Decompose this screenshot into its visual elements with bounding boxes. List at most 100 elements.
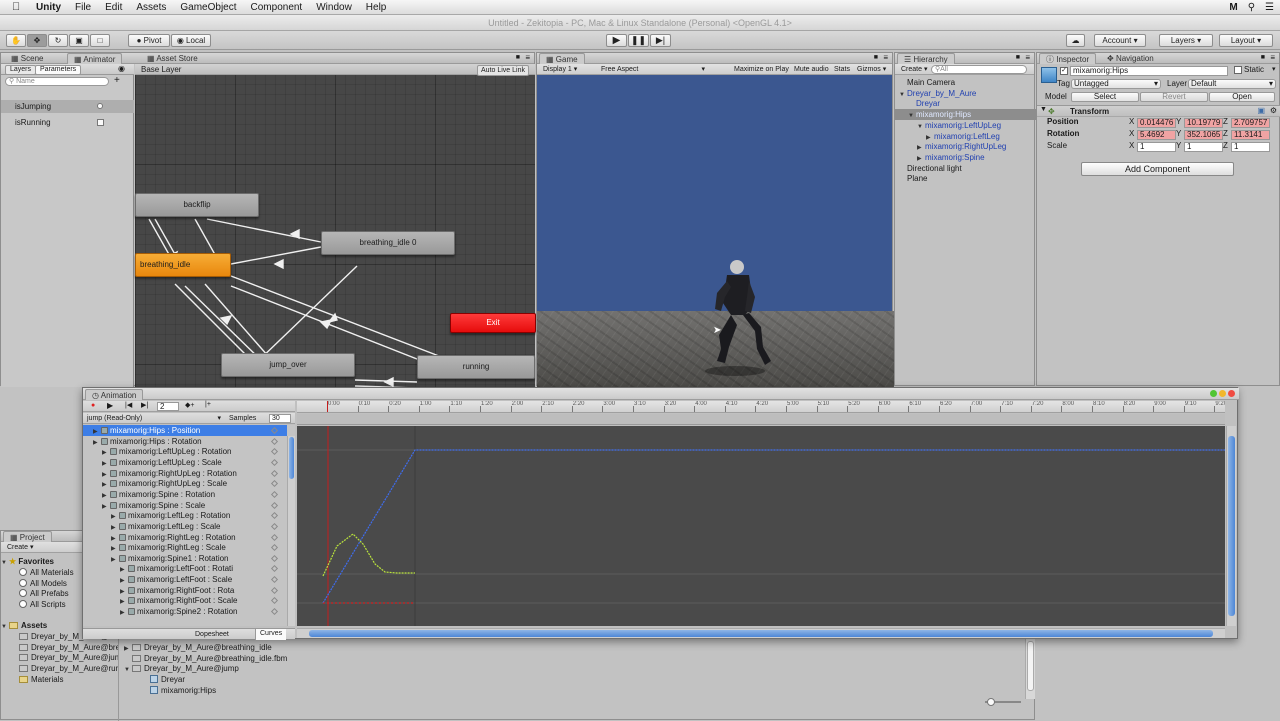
animation-property-row[interactable]: ▶ mixamorig:RightLeg : Rotation bbox=[83, 532, 287, 543]
lock-icon[interactable]: ■ bbox=[1016, 54, 1020, 61]
foldout-arrow-icon[interactable]: ▶ bbox=[120, 565, 128, 574]
pause-button[interactable]: ❚❚ bbox=[628, 34, 649, 47]
zoom-window-icon[interactable] bbox=[1210, 390, 1217, 397]
animation-property-row[interactable]: ▶ mixamorig:Spine1 : Rotation bbox=[83, 553, 287, 564]
layers-tab[interactable]: Layers bbox=[5, 65, 37, 75]
gear-icon[interactable]: ⚙ bbox=[1270, 106, 1277, 115]
animation-property-row[interactable]: ▶ mixamorig:LeftUpLeg : Scale bbox=[83, 457, 287, 468]
foldout-arrow-icon[interactable]: ▶ bbox=[120, 576, 128, 585]
zoom-slider-handle[interactable] bbox=[987, 698, 995, 706]
animation-property-row[interactable]: ▶ mixamorig:LeftFoot : Scale bbox=[83, 574, 287, 585]
keyframe-diamond-icon[interactable] bbox=[270, 586, 279, 594]
active-checkbox[interactable]: ✓ bbox=[1060, 67, 1068, 75]
apple-icon[interactable]:  bbox=[12, 0, 26, 15]
animation-property-row[interactable]: ▶ mixamorig:RightLeg : Scale bbox=[83, 542, 287, 553]
keyframe-diamond-icon[interactable] bbox=[270, 469, 279, 477]
chevron-down-icon[interactable]: ▾ bbox=[1272, 65, 1276, 73]
animation-property-row[interactable]: ▶ mixamorig:Spine2 : Rotation bbox=[83, 606, 287, 617]
project-content-item[interactable]: ▼ Dreyar_by_M_Aure@jump bbox=[120, 663, 1024, 674]
state-node-breathing-idle-0[interactable]: breathing_idle 0 bbox=[321, 231, 455, 255]
model-open-button[interactable]: Open bbox=[1209, 92, 1275, 102]
add-keyframe-icon[interactable]: ◆+ bbox=[185, 401, 194, 409]
next-key-icon[interactable]: ▶| bbox=[141, 401, 148, 409]
position-y-input[interactable]: 10.19779 bbox=[1184, 118, 1223, 128]
hierarchy-search-input[interactable]: ⚲All bbox=[931, 65, 1027, 74]
rotation-y-input[interactable]: 352.1065 bbox=[1184, 130, 1223, 140]
record-icon[interactable]: ● bbox=[91, 402, 95, 409]
position-x-input[interactable]: 0.014476 bbox=[1137, 118, 1176, 128]
spotlight-icon[interactable]: ⚲ bbox=[1248, 0, 1255, 15]
model-revert-button[interactable]: Revert bbox=[1140, 92, 1208, 102]
close-window-icon[interactable] bbox=[1228, 390, 1235, 397]
keyframe-diamond-icon[interactable] bbox=[270, 522, 279, 530]
trigger-radio[interactable] bbox=[97, 103, 103, 109]
cloud-icon[interactable]: ☁ bbox=[1066, 34, 1085, 47]
state-node-backflip[interactable]: backflip bbox=[135, 193, 259, 217]
foldout-arrow-icon[interactable]: ▶ bbox=[917, 154, 925, 163]
hierarchy-item[interactable]: ▼ mixamorig:LeftUpLeg bbox=[895, 120, 1036, 131]
stats-toggle[interactable]: Stats bbox=[834, 65, 850, 74]
tab-asset-store[interactable]: ▦ Asset Store bbox=[141, 53, 204, 64]
scrollbar-thumb[interactable] bbox=[1228, 436, 1235, 616]
keyframe-diamond-icon[interactable] bbox=[270, 597, 279, 605]
foldout-arrow-icon[interactable]: ▶ bbox=[102, 502, 110, 511]
panel-menu-icon[interactable]: ≡ bbox=[1270, 53, 1275, 62]
hierarchy-create-dropdown[interactable]: Create ▾ bbox=[901, 65, 927, 74]
hierarchy-item[interactable]: Main Camera bbox=[895, 77, 1036, 88]
model-select-button[interactable]: Select bbox=[1071, 92, 1139, 102]
play-button[interactable]: ▶ bbox=[606, 34, 627, 47]
move-tool-icon[interactable]: ✥ bbox=[27, 34, 47, 47]
asset-folder[interactable]: Dreyar_by_M_Aure@bre bbox=[1, 642, 118, 653]
hierarchy-item[interactable]: ▼ mixamorig:Hips bbox=[895, 109, 1036, 121]
foldout-arrow-icon[interactable]: ▶ bbox=[120, 597, 128, 606]
foldout-arrow-icon[interactable]: ▶ bbox=[120, 587, 128, 596]
scale-tool-icon[interactable]: ▣ bbox=[69, 34, 89, 47]
animation-property-row[interactable]: ▶ mixamorig:RightFoot : Scale bbox=[83, 595, 287, 606]
tab-project[interactable]: ▦ Project bbox=[3, 531, 52, 542]
animator-graph[interactable]: Base Layer Auto Live Link backflip breat… bbox=[135, 64, 536, 387]
layers-dropdown[interactable]: Layers ▾ bbox=[1159, 34, 1213, 47]
tab-navigation[interactable]: ✥ Navigation bbox=[1101, 53, 1160, 64]
scrollbar-thumb[interactable] bbox=[309, 630, 1213, 637]
menu-gameobject[interactable]: GameObject bbox=[180, 0, 236, 15]
samples-input[interactable]: 30 bbox=[269, 414, 291, 423]
foldout-arrow-icon[interactable]: ▶ bbox=[111, 555, 119, 564]
project-content-item[interactable]: ▶ Dreyar_by_M_Aure@breathing_idle bbox=[120, 642, 1024, 653]
foldout-arrow-icon[interactable]: ▶ bbox=[926, 133, 934, 142]
asset-folder[interactable]: Dreyar_by_M_Aure@jum bbox=[1, 652, 118, 663]
foldout-arrow-icon[interactable]: ▶ bbox=[102, 470, 110, 479]
gizmos-dropdown[interactable]: Gizmos ▾ bbox=[857, 65, 886, 74]
foldout-arrow-icon[interactable]: ▶ bbox=[120, 608, 128, 617]
foldout-arrow-icon[interactable]: ▼ bbox=[1040, 106, 1047, 113]
animation-property-row[interactable]: ▶ mixamorig:Spine : Rotation bbox=[83, 489, 287, 500]
static-checkbox[interactable] bbox=[1234, 66, 1242, 74]
menu-window[interactable]: Window bbox=[316, 0, 352, 15]
curve-vertical-scrollbar[interactable] bbox=[1226, 426, 1236, 626]
keyframe-diamond-icon[interactable] bbox=[270, 448, 279, 456]
rotation-z-input[interactable]: 11.3141 bbox=[1231, 130, 1270, 140]
tab-animator[interactable]: ▦ Animator bbox=[67, 53, 123, 64]
rect-tool-icon[interactable]: □ bbox=[90, 34, 110, 47]
project-content-item[interactable]: Dreyar bbox=[120, 674, 1024, 685]
scale-x-input[interactable]: 1 bbox=[1137, 142, 1176, 152]
tab-game[interactable]: ▦ Game bbox=[539, 53, 585, 64]
scrollbar-thumb[interactable] bbox=[1027, 641, 1034, 691]
hierarchy-item[interactable]: ▼ Dreyar_by_M_Aure bbox=[895, 88, 1036, 99]
step-button[interactable]: ▶| bbox=[650, 34, 671, 47]
list-icon[interactable]: ☰ bbox=[1265, 0, 1274, 15]
hierarchy-item[interactable]: Directional light bbox=[895, 163, 1036, 174]
animation-property-row[interactable]: ▶ mixamorig:LeftFoot : Rotati bbox=[83, 563, 287, 574]
curve-horizontal-scrollbar[interactable] bbox=[297, 628, 1225, 638]
menu-app-name[interactable]: Unity bbox=[36, 0, 61, 15]
parameter-search-input[interactable]: ⚲ Name bbox=[5, 77, 109, 86]
layout-dropdown[interactable]: Layout ▾ bbox=[1219, 34, 1273, 47]
add-event-icon[interactable]: |+ bbox=[205, 401, 211, 408]
tab-animation[interactable]: ◷ Animation bbox=[85, 389, 144, 400]
foldout-arrow-icon[interactable]: ▶ bbox=[102, 448, 110, 457]
clip-dropdown[interactable]: jump (Read-Only) ▾ bbox=[87, 414, 223, 423]
curve-editor[interactable] bbox=[297, 426, 1225, 626]
tag-dropdown[interactable]: Untagged ▾ bbox=[1071, 79, 1161, 89]
display-dropdown[interactable]: Display 1 ▾ bbox=[543, 65, 577, 74]
hierarchy-item[interactable]: Plane bbox=[895, 173, 1036, 184]
menu-help[interactable]: Help bbox=[366, 0, 387, 15]
